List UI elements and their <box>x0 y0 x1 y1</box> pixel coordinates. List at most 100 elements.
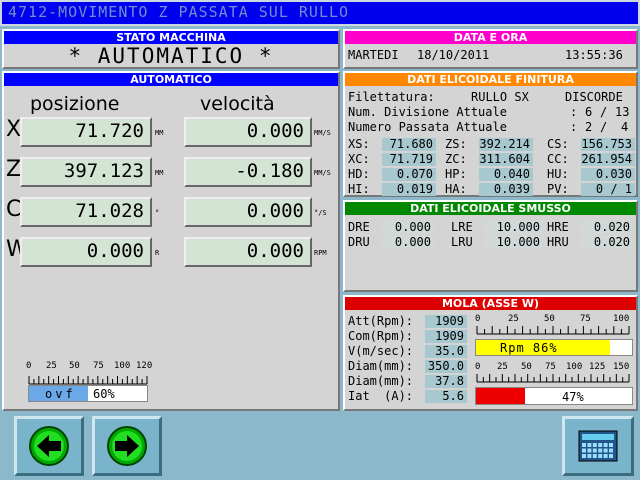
axis-position-unit: MM <box>155 129 164 137</box>
rpm-tick-label: 0 <box>475 314 481 324</box>
window-title: 4712-MOVIMENTO Z PASSATA SUL RULLO <box>0 0 640 26</box>
back-button[interactable] <box>14 416 84 476</box>
velocity-heading: velocità <box>200 93 275 115</box>
mola-field-value: 350.0 <box>425 360 467 373</box>
axis-velocity-unit: MM/S <box>314 129 331 137</box>
forward-button[interactable] <box>92 416 162 476</box>
axis-position-unit: MM <box>155 169 164 177</box>
finitura-field-label: XS: <box>348 137 370 151</box>
smusso-field-label: DRE <box>348 220 370 234</box>
mola-header: MOLA (ASSE W) <box>345 297 636 310</box>
current-bar: 47% <box>475 387 633 405</box>
axis-velocity-value: -0.180 <box>184 157 312 187</box>
current-fill <box>476 388 525 404</box>
stato-panel: STATO MACCHINA * AUTOMATICO * <box>2 29 340 69</box>
finitura-field-value: 0.039 <box>479 183 533 196</box>
finitura-field-label: ZC: <box>445 152 467 166</box>
axis-position-unit: R <box>155 249 160 257</box>
day: MARTEDI <box>348 48 399 62</box>
datetime-panel: DATA E ORA MARTEDI 18/10/2011 13:55:36 <box>343 29 638 69</box>
ovf-tick-label: 25 <box>46 361 57 371</box>
axis-velocity-value: 0.000 <box>184 117 312 147</box>
smusso-field-value: 0.000 <box>382 221 434 234</box>
finitura-header: DATI ELICOIDALE FINITURA <box>345 73 636 86</box>
mola-field-value: 1909 <box>425 330 467 343</box>
keypad-key <box>582 443 586 447</box>
finitura-field-value: 0.030 <box>581 168 635 181</box>
mola-field-value: 1909 <box>425 315 467 328</box>
keypad-key <box>587 443 592 447</box>
mola-field-value: 37.8 <box>425 375 467 388</box>
keypad-key <box>598 443 603 447</box>
finitura-field-label: HA: <box>445 182 467 196</box>
finitura-field-value: 0.070 <box>382 168 436 181</box>
current-tick-label: 25 <box>497 362 508 372</box>
rpm-bar: Rpm 86% <box>475 339 633 356</box>
finitura-field-label: HP: <box>445 167 467 181</box>
ovf-value: 60% <box>93 387 115 401</box>
axis-velocity-unit: °/S <box>314 209 327 217</box>
division-total: 13 <box>615 105 630 119</box>
current-tick-label: 150 <box>613 362 630 372</box>
arrow-left-icon <box>29 426 69 466</box>
axis-velocity-unit: RPM <box>314 249 327 257</box>
smusso-field-value: 10.000 <box>485 236 543 249</box>
axis-velocity-unit: MM/S <box>314 169 331 177</box>
ovf-tick-label: 50 <box>69 361 80 371</box>
pass-slash: / <box>600 120 608 134</box>
keypad-key <box>603 448 608 453</box>
axis-velocity-value: 0.000 <box>184 237 312 267</box>
finitura-field-value: 156.753 <box>581 138 635 151</box>
date: 18/10/2011 <box>417 48 490 62</box>
division-label: Num. Divisione Attuale <box>348 105 507 119</box>
division-sep: : <box>570 105 578 119</box>
finitura-field-label: ZS: <box>445 137 467 151</box>
keypad-key <box>592 454 597 458</box>
ovf-label: ovf <box>45 387 76 401</box>
keypad-key <box>603 443 608 447</box>
keypad-key <box>582 454 586 458</box>
finitura-field-label: HI: <box>348 182 370 196</box>
rpm-tick-label: 75 <box>580 314 591 324</box>
finitura-field-value: 71.680 <box>382 138 436 151</box>
finitura-panel: DATI ELICOIDALE FINITURA Filettatura: RU… <box>343 71 638 197</box>
finitura-field-label: HD: <box>348 167 370 181</box>
division-current: 6 <box>585 105 593 119</box>
ovf-tick-label: 0 <box>26 361 32 371</box>
rpm-bar-label: Rpm 86% <box>500 341 558 355</box>
automatico-panel: AUTOMATICO posizione velocità X 71.720 MM 0… <box>2 71 340 411</box>
current-tick-label: 75 <box>545 362 556 372</box>
finitura-field-value: 311.604 <box>479 153 533 166</box>
current-tick-label: 0 <box>475 362 481 372</box>
axis-position-value: 71.028 <box>20 197 152 227</box>
current-ruler <box>476 374 630 383</box>
keypad-key <box>592 448 597 453</box>
finitura-field-value: 392.214 <box>479 138 533 151</box>
automatico-header: AUTOMATICO <box>4 73 338 86</box>
axis-letter: X <box>6 117 22 142</box>
keypad-key <box>609 443 613 447</box>
pass-total: 4 <box>621 120 629 134</box>
keypad-key <box>582 448 586 453</box>
smusso-field-value: 0.020 <box>581 221 633 234</box>
mola-panel: MOLA (ASSE W) Att(Rpm): 1909 Com(Rpm): 1909… <box>343 295 638 411</box>
ovf-tick-label: 100 <box>114 361 131 371</box>
finitura-field-value: 0 / 1 <box>581 183 635 196</box>
stato-header: STATO MACCHINA <box>4 31 338 44</box>
keypad-key <box>603 454 608 458</box>
position-heading: posizione <box>30 93 120 115</box>
finitura-field-label: HU: <box>547 167 569 181</box>
ovf-tick-label: 75 <box>93 361 104 371</box>
keypad-key <box>598 448 603 453</box>
rpm-tick-label: 100 <box>613 314 630 324</box>
mola-field-label: Diam(mm): <box>348 359 414 373</box>
direction-value: DISCORDE <box>565 90 623 104</box>
rpm-tick-label: 25 <box>508 314 519 324</box>
keypad-button[interactable] <box>562 416 634 476</box>
current-tick-label: 125 <box>589 362 606 372</box>
keypad-key <box>587 448 592 453</box>
keypad-icon <box>578 430 618 462</box>
finitura-field-value: 71.719 <box>382 153 436 166</box>
finitura-field-label: PV: <box>547 182 569 196</box>
finitura-field-value: 0.019 <box>382 183 436 196</box>
